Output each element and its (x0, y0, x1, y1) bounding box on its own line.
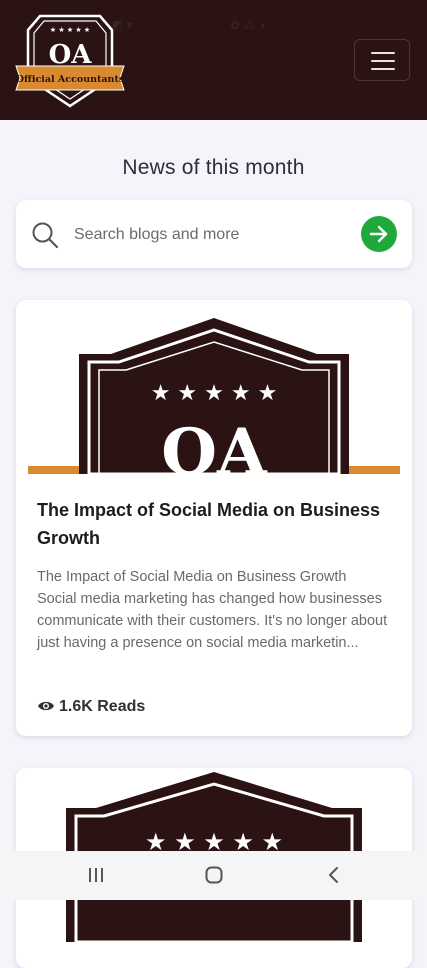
post-excerpt: The Impact of Social Media on Business G… (37, 569, 388, 651)
menu-icon-line (371, 68, 395, 70)
menu-icon-line (371, 52, 395, 54)
search-input[interactable] (72, 218, 356, 252)
app-header: ★ ★ ★ ★ ★ OA Official Accountants ◩ ▾ ✿ … (0, 0, 427, 120)
arrow-right-icon (369, 225, 388, 243)
status-icons-left: ◩ ▾ (112, 18, 133, 32)
post-thumbnail-image: ★ ★ ★ ★ ★ OA (16, 300, 412, 474)
post-title[interactable]: The Impact of Social Media on Business G… (37, 496, 393, 552)
system-navigation-bar (0, 851, 427, 900)
status-icons-right: ✿ ⁂ ◖ (230, 18, 266, 32)
blog-post-card[interactable]: ★ ★ ★ ★ ★ OA The Impact of Social Media … (16, 300, 412, 736)
official-accountants-logo[interactable]: ★ ★ ★ ★ ★ OA Official Accountants (12, 8, 128, 112)
svg-text:Official Accountants: Official Accountants (16, 74, 124, 85)
search-icon (32, 222, 59, 249)
status-bar: ◩ ▾ ✿ ⁂ ◖ (112, 16, 312, 36)
post-read-count: 1.6K Reads (37, 698, 145, 720)
back-icon[interactable] (326, 865, 342, 885)
search-bar (16, 200, 412, 268)
svg-text:★ ★ ★ ★ ★: ★ ★ ★ ★ ★ (151, 381, 278, 406)
svg-text:★ ★ ★ ★ ★: ★ ★ ★ ★ ★ (50, 26, 90, 34)
search-submit-button[interactable] (361, 216, 397, 252)
recent-apps-icon[interactable] (87, 865, 105, 885)
svg-text:OA: OA (161, 415, 268, 474)
home-icon[interactable] (204, 865, 224, 885)
menu-icon-line (371, 60, 395, 62)
eye-icon (38, 701, 54, 711)
page-title: News of this month (122, 156, 305, 179)
hamburger-menu-button[interactable] (354, 39, 410, 81)
read-count-label: 1.6K Reads (59, 698, 146, 715)
